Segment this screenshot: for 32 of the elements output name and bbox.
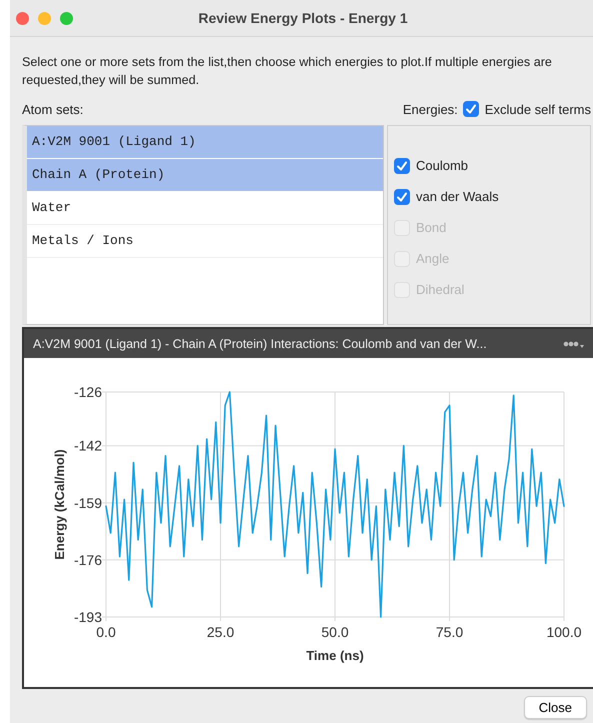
close-button[interactable]: Close [524, 696, 587, 719]
list-item[interactable]: Water [27, 192, 383, 225]
tick-label: -159 [74, 494, 102, 511]
close-icon[interactable] [16, 12, 29, 24]
checkbox[interactable] [394, 188, 410, 204]
list-item[interactable]: Metals / Ions [27, 225, 383, 258]
checkbox[interactable] [462, 101, 479, 117]
zoom-icon[interactable] [60, 12, 73, 24]
y-axis-label: Energy (kCal/mol) [52, 449, 67, 560]
atom-sets-label: Atom sets: [22, 102, 84, 116]
tick-label: -176 [74, 552, 102, 568]
minimize-icon[interactable] [38, 12, 51, 24]
energies-label: Energies: [402, 102, 458, 116]
checkbox[interactable] [394, 158, 410, 174]
checkbox-label: Coulomb [416, 158, 468, 173]
window-title: Review Energy Plots - Energy 1 [197, 10, 409, 26]
list-item[interactable]: A:V2M 9001 (Ligand 1) [27, 126, 383, 159]
instructions-text: Select one or more sets from the list,then choose which energies to plot.If multiple energies are requested,they will be summed. [22, 54, 553, 89]
tick-label: -126 [74, 384, 102, 400]
tick-label: 0.0 [96, 624, 116, 640]
tick-label: -193 [74, 609, 102, 625]
checkbox-label: Exclude self terms [484, 102, 591, 116]
panel-title: A:V2M 9001 (Ligand 1) - Chain A (Protein) Interactions: Coulomb and van der W... [33, 336, 487, 350]
tick-label: 50.0 [321, 624, 349, 640]
tick-label: 100.0 [546, 624, 582, 640]
more-menu-icon[interactable] [563, 338, 585, 348]
x-axis-label: Time (ns) [306, 648, 364, 663]
tick-label: -142 [74, 438, 102, 454]
list-item[interactable]: Chain A (Protein) [27, 159, 383, 192]
tick-label: 25.0 [206, 624, 234, 640]
checkbox-label: van der Waals [416, 189, 499, 204]
tick-label: 75.0 [436, 624, 464, 640]
